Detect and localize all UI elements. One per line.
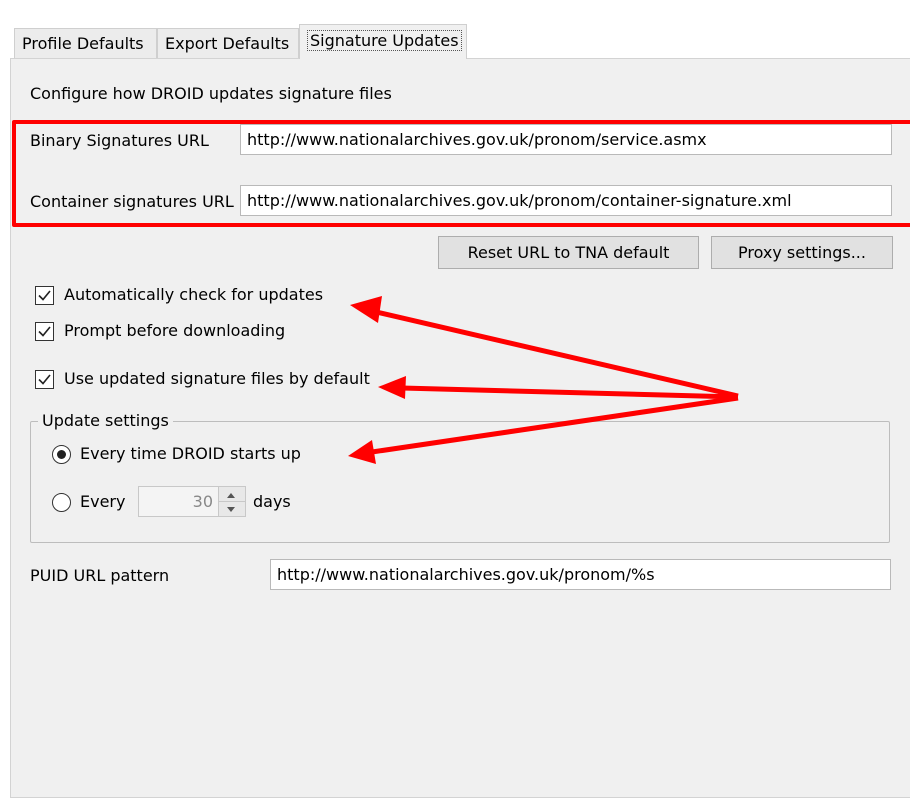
tab-export-defaults[interactable]: Export Defaults (157, 28, 299, 58)
every-startup-radio[interactable] (52, 445, 71, 464)
auto-check-updates-checkbox[interactable] (35, 286, 54, 305)
days-value[interactable]: 30 (193, 487, 213, 516)
every-startup-label: Every time DROID starts up (80, 444, 301, 463)
binary-signatures-label: Binary Signatures URL (30, 131, 209, 150)
checkmark-icon (38, 290, 51, 301)
tab-export-defaults-label: Export Defaults (165, 34, 290, 53)
radio-selected-dot (57, 450, 66, 459)
panel-description: Configure how DROID updates signature fi… (30, 84, 392, 103)
spinner-up-button[interactable] (219, 487, 245, 502)
update-settings-title: Update settings (38, 410, 173, 432)
chevron-up-icon (227, 493, 235, 498)
container-signatures-url-input[interactable]: http://www.nationalarchives.gov.uk/prono… (240, 185, 892, 216)
puid-url-label: PUID URL pattern (30, 566, 170, 585)
reset-url-button[interactable]: Reset URL to TNA default (438, 236, 699, 269)
spinner-down-button[interactable] (219, 502, 245, 516)
every-label: Every (80, 492, 126, 511)
tab-signature-updates[interactable]: Signature Updates (299, 24, 467, 59)
spinner-arrows (218, 487, 245, 516)
update-settings-group (30, 421, 890, 543)
prompt-before-downloading-label: Prompt before downloading (64, 321, 286, 340)
use-updated-signatures-checkbox[interactable] (35, 370, 54, 389)
every-n-days-radio[interactable] (52, 493, 71, 512)
use-updated-signatures-label: Use updated signature files by default (64, 369, 370, 388)
proxy-settings-button[interactable]: Proxy settings... (711, 236, 893, 269)
prompt-before-downloading-checkbox[interactable] (35, 322, 54, 341)
chevron-down-icon (227, 507, 235, 512)
container-signatures-label: Container signatures URL (30, 192, 234, 211)
checkmark-icon (38, 326, 51, 337)
puid-url-input[interactable]: http://www.nationalarchives.gov.uk/prono… (270, 559, 891, 590)
binary-signatures-url-input[interactable]: http://www.nationalarchives.gov.uk/prono… (240, 124, 892, 155)
days-label: days (253, 492, 291, 511)
auto-check-updates-label: Automatically check for updates (64, 285, 324, 304)
tab-profile-defaults-label: Profile Defaults (22, 34, 144, 53)
days-spinner[interactable]: 30 (138, 486, 246, 517)
checkmark-icon (38, 374, 51, 385)
tab-profile-defaults[interactable]: Profile Defaults (14, 28, 157, 58)
tab-signature-updates-label: Signature Updates (307, 30, 462, 51)
